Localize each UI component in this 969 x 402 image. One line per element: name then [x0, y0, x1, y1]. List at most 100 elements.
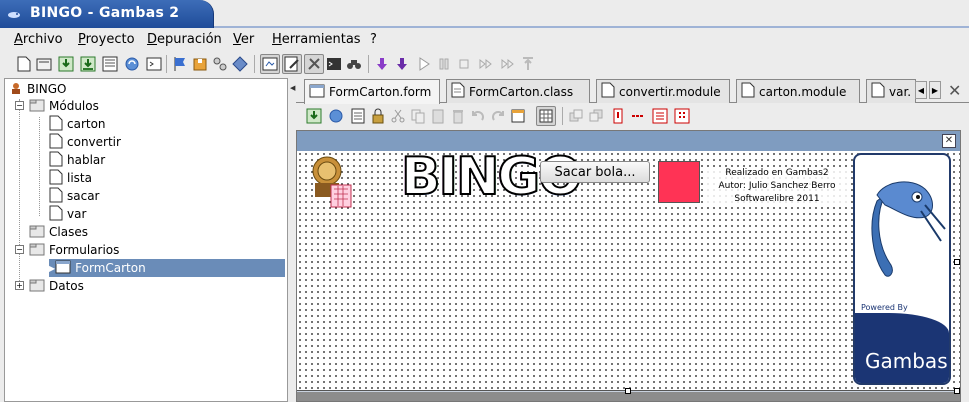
tree-folder-clases[interactable]: Clases [29, 223, 88, 241]
edit-code-icon[interactable] [282, 54, 302, 74]
tree-root[interactable]: BINGO [9, 80, 67, 98]
module-file-icon [871, 82, 885, 101]
tree-module-label: hablar [67, 153, 106, 167]
title-bar: BINGO - Gambas 2 [0, 0, 969, 28]
menu-editor-icon[interactable] [508, 106, 528, 126]
tab-scroll-left-icon[interactable]: ◀ [915, 81, 927, 99]
new-file-icon[interactable] [14, 54, 34, 74]
tree-module-convertir[interactable]: convertir [49, 133, 121, 151]
tools-icon[interactable] [304, 54, 324, 74]
form-canvas[interactable]: BINGO Sacar bola... Realizado en Gambas2… [297, 146, 960, 391]
delete-icon[interactable] [448, 106, 468, 126]
save-icon[interactable] [56, 54, 76, 74]
toolbar-separator [562, 107, 563, 125]
paste-icon[interactable] [428, 106, 448, 126]
form-close-icon[interactable]: ✕ [942, 134, 956, 148]
credits-line: Softwarelibre 2011 [734, 194, 820, 204]
collapse-left-icon[interactable]: ◀ [290, 84, 295, 92]
open-icon[interactable] [34, 54, 54, 74]
align-right-icon[interactable] [628, 106, 648, 126]
send-back-icon[interactable] [586, 106, 606, 126]
run-icon[interactable] [414, 54, 434, 74]
lock-icon[interactable] [368, 106, 388, 126]
module-file-icon [49, 205, 63, 224]
pause-icon[interactable] [434, 54, 454, 74]
tree-module-carton[interactable]: carton [49, 115, 106, 133]
tree-form-formcarton[interactable]: ▶ FormCarton [49, 259, 285, 277]
collapse-icon[interactable]: − [15, 101, 24, 110]
form-view-icon[interactable] [260, 54, 280, 74]
folder-icon [29, 242, 45, 259]
expand-icon[interactable]: + [15, 281, 24, 290]
flag-icon[interactable] [170, 54, 190, 74]
components-icon[interactable] [210, 54, 230, 74]
bring-front-icon[interactable] [566, 106, 586, 126]
return-icon[interactable] [518, 54, 538, 74]
window-menu-icon[interactable] [6, 7, 22, 21]
menu-proyecto[interactable]: Proyecto [78, 32, 135, 47]
save-form-icon[interactable] [304, 106, 324, 126]
copy-icon[interactable] [408, 106, 428, 126]
close-tab-icon[interactable]: ✕ [948, 81, 961, 100]
toolbar-separator [254, 55, 255, 73]
tab-var-module[interactable]: var. [866, 79, 916, 103]
tab-convertir-module[interactable]: convertir.module [596, 79, 730, 103]
menu-herramientas[interactable]: Herramientas [272, 32, 361, 47]
editor-tabs: FormCarton.form FormCarton.class convert… [296, 78, 969, 104]
menu-ver[interactable]: Ver [233, 32, 254, 47]
cut-icon[interactable] [388, 106, 408, 126]
tree-module-label: lista [67, 171, 92, 185]
tree-module-lista[interactable]: lista [49, 169, 92, 187]
diamond-icon[interactable] [230, 54, 250, 74]
align-icon[interactable] [608, 106, 628, 126]
tree-guide-line [19, 99, 20, 289]
tree-folder-datos[interactable]: Datos [29, 277, 84, 295]
logo-banner: Gambas [855, 313, 949, 383]
step-icon[interactable] [476, 54, 496, 74]
resize-handle[interactable] [954, 388, 960, 394]
tree-folder-label: Formularios [49, 243, 120, 257]
undo-icon[interactable] [468, 106, 488, 126]
distribute-grid-icon[interactable] [672, 106, 692, 126]
grid-icon[interactable] [536, 106, 556, 126]
ball-display-box [658, 161, 700, 203]
bingo-machine-image [307, 151, 357, 209]
tab-scroll-right-icon[interactable]: ▶ [929, 81, 941, 99]
resize-handle[interactable] [625, 388, 631, 394]
tree-module-sacar[interactable]: sacar [49, 187, 100, 205]
make-executable-icon[interactable] [144, 54, 164, 74]
window-title-tab[interactable]: BINGO - Gambas 2 [0, 0, 214, 28]
step-over-icon[interactable] [392, 54, 412, 74]
package-icon[interactable] [190, 54, 210, 74]
collapse-icon[interactable]: − [15, 245, 24, 254]
step-into-icon[interactable] [372, 54, 392, 74]
module-file-icon [49, 115, 63, 134]
binoculars-icon[interactable] [344, 54, 364, 74]
properties-icon[interactable] [100, 54, 120, 74]
tree-module-label: convertir [67, 135, 121, 149]
tab-formcarton-class[interactable]: FormCarton.class [446, 79, 590, 103]
form-properties-icon[interactable] [348, 106, 368, 126]
forward-icon[interactable] [498, 54, 518, 74]
console-icon[interactable] [324, 54, 344, 74]
menu-help[interactable]: ? [370, 32, 377, 47]
tab-carton-module[interactable]: carton.module [736, 79, 860, 103]
redo-icon[interactable] [488, 106, 508, 126]
tab-formcarton-form[interactable]: FormCarton.form [304, 79, 440, 104]
module-file-icon [49, 187, 63, 206]
tree-folder-modulos[interactable]: Módulos [29, 97, 99, 115]
distribute-icon[interactable] [650, 106, 670, 126]
tree-module-var[interactable]: var [49, 205, 86, 223]
resize-handle[interactable] [954, 259, 960, 265]
refresh-icon[interactable] [122, 54, 142, 74]
tree-module-hablar[interactable]: hablar [49, 151, 105, 169]
save-all-icon[interactable] [78, 54, 98, 74]
reload-form-icon[interactable] [326, 106, 346, 126]
module-file-icon [601, 82, 615, 101]
stop-icon[interactable] [454, 54, 474, 74]
menu-depuracion[interactable]: Depuración [147, 32, 222, 47]
tree-folder-formularios[interactable]: Formularios [29, 241, 119, 259]
sacar-bola-button[interactable]: Sacar bola... [540, 161, 650, 183]
shrimp-icon [871, 181, 946, 277]
menu-archivo[interactable]: Archivo [14, 32, 63, 47]
